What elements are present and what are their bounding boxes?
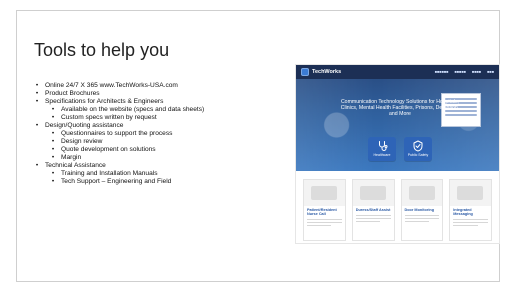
website-hero: Communication Technology Solutions for H… <box>296 79 499 171</box>
sub-bullet-text: Available on the website (specs and data… <box>61 106 205 113</box>
sub-bullet-item: • Custom specs written by request <box>34 114 284 122</box>
website-card: Integrated Messaging <box>449 179 492 241</box>
sub-bullet-dot: • <box>51 170 55 177</box>
card-text-line <box>307 219 342 221</box>
card-text-line <box>355 214 391 217</box>
card-text-line <box>453 221 488 224</box>
techworks-logo-icon <box>301 68 309 76</box>
bullet-text: Design/Quoting assistance <box>45 122 124 129</box>
bullet-item: • Specifications for Architects & Enginee… <box>34 98 284 106</box>
bullet-dot: • <box>35 90 39 97</box>
sub-bullet-dot: • <box>51 178 55 185</box>
card-text-line <box>307 221 342 224</box>
shield-check-icon <box>413 140 423 152</box>
bullet-dot: • <box>35 122 39 129</box>
website-card: Door Monitoring <box>400 179 444 241</box>
nav-item: ■■■ <box>487 70 494 74</box>
nav-item: ■■■■■ <box>454 70 466 74</box>
bullet-dot: • <box>35 82 39 89</box>
card-image <box>450 180 491 206</box>
stethoscope-icon <box>379 141 388 152</box>
healthcare-tile-label: Healthcare <box>373 153 391 158</box>
sub-bullet-text: Tech Support – Engineering and Field <box>61 178 172 185</box>
card-text-line <box>453 224 478 227</box>
sub-bullet-item: • Tech Support – Engineering and Field <box>34 178 284 186</box>
card-text-line <box>404 217 440 219</box>
card-text-line <box>355 220 381 222</box>
sub-bullet-item: • Questionnaires to support the process <box>34 130 284 138</box>
bullet-list: • Online 24/7 X 365 www.TechWorks-USA.com… <box>34 82 284 186</box>
card-text-line <box>355 217 391 219</box>
bullet-text: Online 24/7 X 365 www.TechWorks-USA.com <box>45 82 178 89</box>
sub-bullet-item: • Margin <box>34 154 284 162</box>
bullet-text: Specifications for Architects & Engineer… <box>45 98 164 105</box>
bullet-item: • Online 24/7 X 365 www.TechWorks-USA.com <box>34 82 284 90</box>
sub-bullet-dot: • <box>51 106 55 113</box>
card-text-line <box>404 214 440 217</box>
card-text <box>450 219 491 227</box>
sub-bullet-item: • Available on the website (specs and dat… <box>34 106 284 114</box>
slide: Tools to help you • Online 24/7 X 365 www… <box>0 0 516 294</box>
sub-bullet-text: Margin <box>61 154 82 161</box>
bullet-text: Technical Assistance <box>45 162 106 169</box>
website-brand: TechWorks <box>312 69 342 75</box>
nav-item: ■■■■ <box>471 70 482 74</box>
sub-bullet-item: • Quote development on solutions <box>34 146 284 154</box>
sub-bullet-dot: • <box>51 146 55 153</box>
card-text <box>304 219 345 227</box>
card-image <box>401 180 443 206</box>
website-topbar: TechWorks ■■■■■■ ■■■■■ ■■■■ ■■■ <box>296 65 499 79</box>
card-text-line <box>307 224 332 227</box>
card-title: Door Monitoring <box>404 208 435 212</box>
slide-title: Tools to help you <box>34 40 170 60</box>
sub-bullet-text: Custom specs written by request <box>61 114 157 121</box>
bullet-dot: • <box>35 98 39 105</box>
sub-bullet-item: • Design review <box>34 138 284 146</box>
bullet-item: • Technical Assistance <box>34 162 284 170</box>
sub-bullet-dot: • <box>51 154 55 161</box>
public-safety-tile-label: Public Safety <box>407 153 429 158</box>
sub-bullet-text: Quote development on solutions <box>61 146 156 153</box>
website-logo: TechWorks <box>301 68 341 76</box>
sub-bullet-text: Questionnaires to support the process <box>61 130 173 137</box>
website-nav: ■■■■■■ ■■■■■ ■■■■ ■■■ <box>435 70 494 74</box>
website-cards: Patient/Resident Nurse Call Duress/Staff… <box>296 171 499 241</box>
card-title: Patient/Resident Nurse Call <box>307 208 337 217</box>
sub-bullet-dot: • <box>51 114 55 121</box>
bullet-dot: • <box>35 162 39 169</box>
bullet-item: • Product Brochures <box>34 90 284 98</box>
sub-bullet-item: • Training and Installation Manuals <box>34 170 284 178</box>
sub-bullet-dot: • <box>51 130 55 137</box>
card-image <box>304 180 345 206</box>
hero-text: Communication Technology Solutions for H… <box>340 99 460 117</box>
website-card: Duress/Staff Assist <box>351 179 395 241</box>
healthcare-tile: Healthcare <box>368 137 396 161</box>
public-safety-tile: Public Safety <box>404 137 432 161</box>
card-image <box>352 180 394 206</box>
website-card: Patient/Resident Nurse Call <box>303 179 346 241</box>
sub-bullet-text: Training and Installation Manuals <box>61 170 158 177</box>
card-title: Integrated Messaging <box>453 208 473 217</box>
sub-bullet-text: Design review <box>61 138 103 145</box>
sub-bullet-dot: • <box>51 138 55 145</box>
bullet-text: Product Brochures <box>45 90 100 97</box>
card-text <box>402 214 443 222</box>
hero-tiles: Healthcare Public Safety <box>368 137 432 161</box>
card-title: Duress/Staff Assist <box>355 208 391 212</box>
card-text-line <box>404 220 429 222</box>
bullet-item: • Design/Quoting assistance <box>34 122 284 130</box>
nav-item: ■■■■■■ <box>434 70 449 74</box>
card-text-line <box>453 219 488 221</box>
website-screenshot: TechWorks ■■■■■■ ■■■■■ ■■■■ ■■■ Communic… <box>295 64 500 244</box>
card-text <box>353 214 394 222</box>
